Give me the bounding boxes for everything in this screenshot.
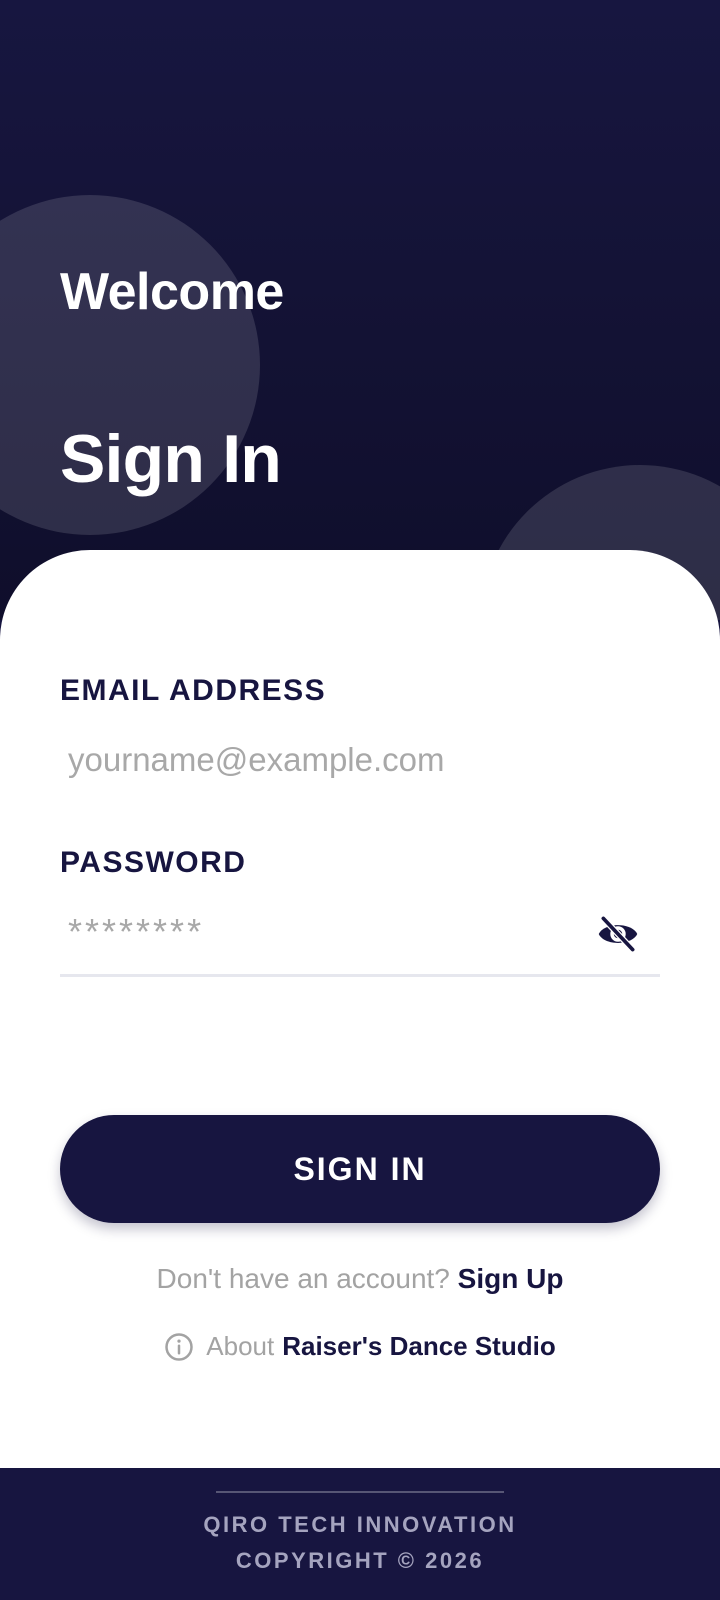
signup-prompt-text: Don't have an account? <box>156 1263 450 1294</box>
signup-prompt-row: Don't have an account? Sign Up <box>0 1263 720 1295</box>
footer: QIRO TECH INNOVATION COPYRIGHT © 2026 <box>0 1468 720 1600</box>
about-link-row[interactable]: About Raiser's Dance Studio <box>0 1331 720 1362</box>
welcome-text: Welcome <box>60 263 284 321</box>
password-label: PASSWORD <box>60 846 247 879</box>
info-icon <box>164 1332 194 1362</box>
page-title: Sign In <box>60 421 282 497</box>
sign-in-card: EMAIL ADDRESS PASSWORD SIGN IN Don't hav… <box>0 550 720 1468</box>
about-prefix: About <box>206 1331 275 1361</box>
password-underline <box>60 974 660 977</box>
password-input[interactable] <box>60 900 660 964</box>
sign-in-screen: Welcome Sign In EMAIL ADDRESS PASSWORD S… <box>0 0 720 1600</box>
footer-company: QIRO TECH INNOVATION <box>203 1512 517 1537</box>
footer-copyright: COPYRIGHT © 2026 <box>235 1548 485 1573</box>
hero-header: Welcome Sign In <box>0 0 720 620</box>
email-input[interactable] <box>60 732 660 788</box>
about-studio-link[interactable]: Raiser's Dance Studio <box>282 1331 556 1362</box>
sign-in-button[interactable]: SIGN IN <box>60 1115 660 1223</box>
sign-up-link[interactable]: Sign Up <box>458 1263 564 1294</box>
eye-off-icon[interactable] <box>594 910 642 958</box>
footer-divider <box>216 1491 504 1493</box>
email-label: EMAIL ADDRESS <box>60 674 327 707</box>
